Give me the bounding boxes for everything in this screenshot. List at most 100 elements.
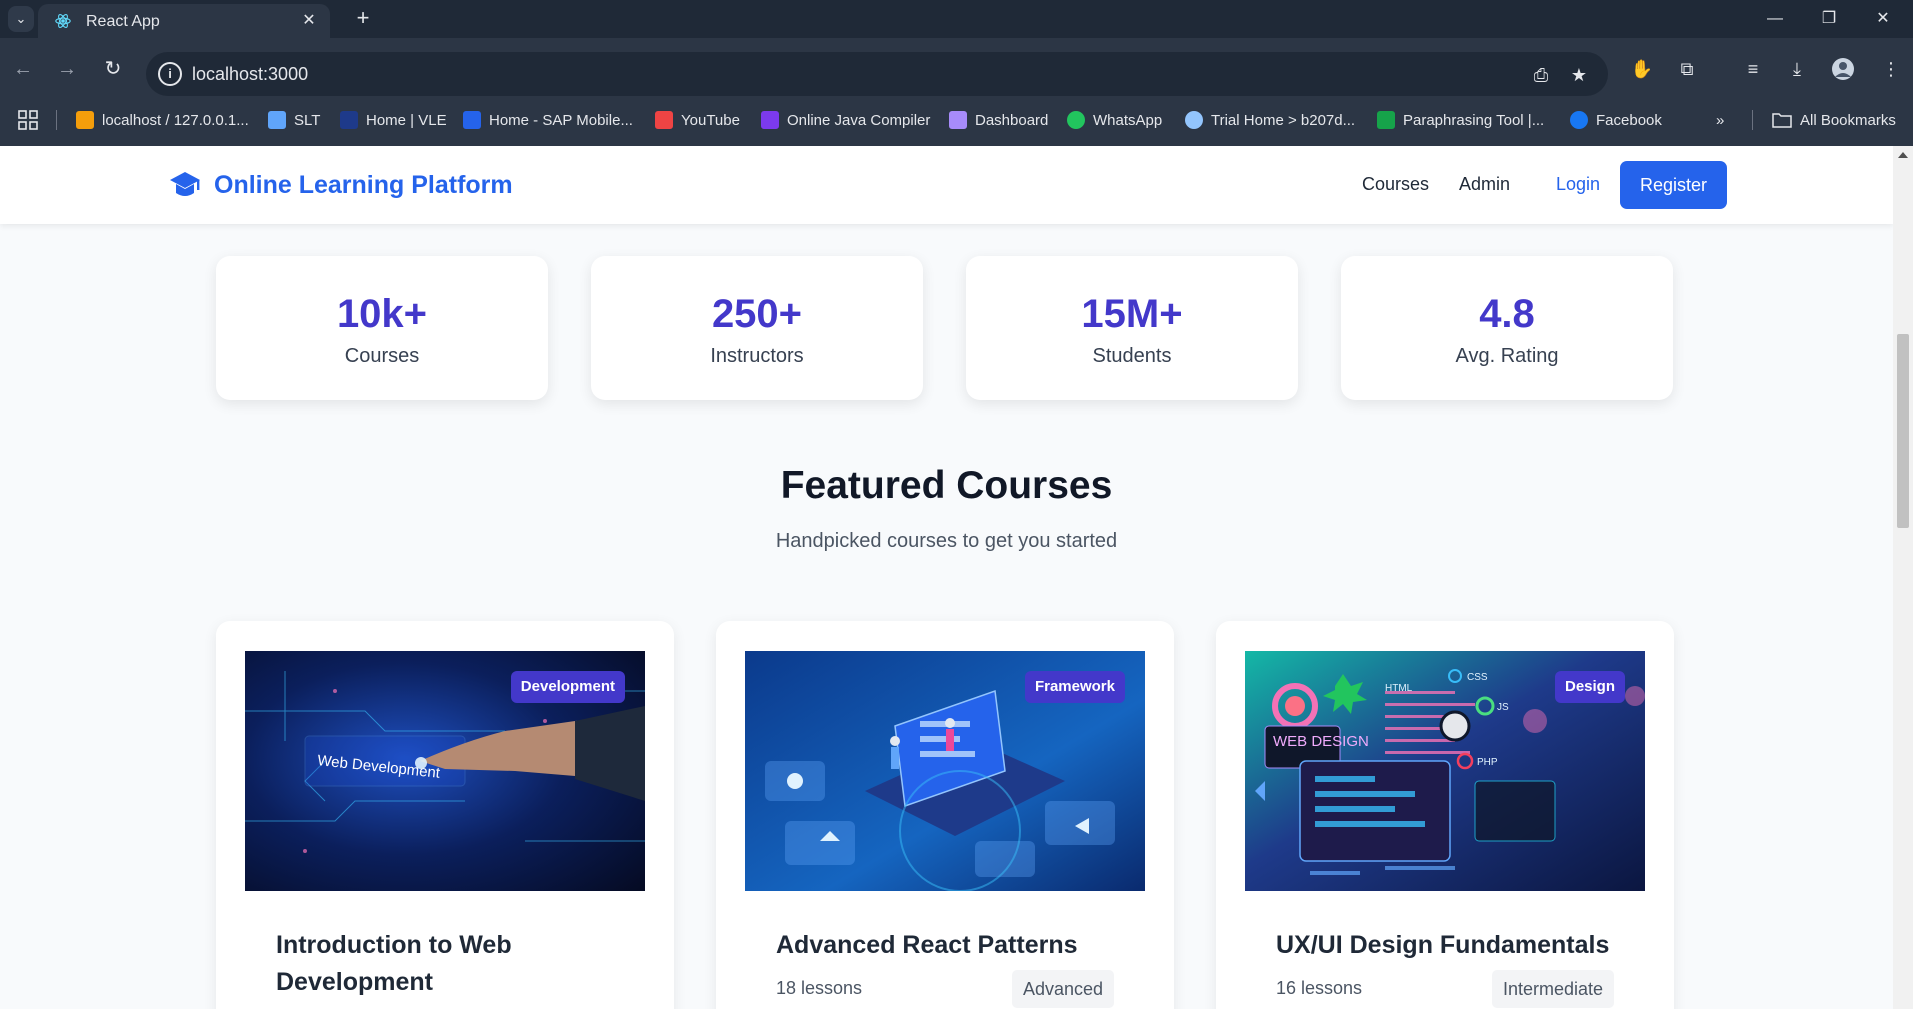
install-app-icon[interactable]: ⎙ [1528,62,1554,88]
all-bookmarks-button[interactable]: All Bookmarks [1772,108,1896,132]
featured-courses-subtitle: Handpicked courses to get you started [775,530,1118,552]
stat-label: Courses [344,345,420,367]
brand-logo[interactable]: Online Learning Platform [168,168,513,202]
scrollbar-thumb[interactable] [1897,334,1909,528]
image-caption: WEB DESIGN [1273,733,1369,750]
stat-value: 10k+ [336,292,428,336]
featured-courses-heading: Featured Courses [780,464,1113,507]
reload-button[interactable]: ↻ [96,52,130,86]
browser-tab[interactable]: React App ✕ [38,4,330,38]
nav-login-link[interactable]: Login [1556,174,1600,195]
address-bar[interactable]: i localhost:3000 ⎙ ★ [146,52,1608,96]
page-scrollbar[interactable] [1893,146,1913,1009]
stat-value: 4.8 [1479,292,1535,336]
bookmark-label: Trial Home > b207d... [1211,111,1356,129]
restore-button[interactable]: ❐ [1802,0,1856,38]
downloads-icon[interactable]: ⤓ [1780,52,1814,86]
page-viewport: Online Learning Platform Courses Admin L… [0,146,1893,1009]
bookmark-youtube[interactable]: YouTube [655,108,740,132]
course-category-badge: Development [510,671,625,703]
paraphrasing-icon [1377,111,1395,129]
course-category-badge: Framework [1024,671,1125,703]
dashboard-icon [949,111,967,129]
site-header: Online Learning Platform Courses Admin L… [0,146,1893,224]
bookmark-label: Paraphrasing Tool |... [1403,111,1545,129]
graduation-cap-icon [170,172,200,196]
bookmark-label: localhost / 127.0.0.1... [102,111,249,129]
bookmark-label: Online Java Compiler [787,111,931,129]
stat-card-rating: 4.8 Avg. Rating [1341,256,1673,400]
media-control-icon[interactable]: ≡ [1736,52,1770,86]
stat-label: Instructors [710,345,804,367]
stat-value: 15M+ [1081,292,1183,336]
course-thumbnail[interactable]: Web Development Development [245,651,645,891]
browser-menu-icon[interactable]: ⋮ [1874,52,1908,86]
bookmarks-divider [1752,110,1753,130]
bookmark-label: Dashboard [975,111,1049,129]
course-lessons-count: 18 lessons [776,978,863,998]
nav-admin-link[interactable]: Admin [1459,174,1510,195]
course-title[interactable]: Introduction to Web Development [276,927,616,1001]
image-label-css: CSS [1467,672,1488,683]
register-button[interactable]: Register [1620,161,1727,209]
site-info-icon[interactable]: i [158,62,182,86]
bookmark-localhost[interactable]: localhost / 127.0.0.1... [76,108,249,132]
bookmark-vle[interactable]: Home | VLE [340,108,447,132]
course-card[interactable]: WEB DESIGN HTML CSS JS PHP Design UX/UI … [1216,621,1674,1009]
bookmark-label: Home - SAP Mobile... [489,111,633,129]
stat-label: Avg. Rating [1455,345,1559,367]
whatsapp-icon [1067,111,1085,129]
back-button[interactable]: ← [6,52,40,86]
phpmyadmin-icon [76,111,94,129]
bookmark-java-compiler[interactable]: Online Java Compiler [761,108,930,132]
compiler-icon [761,111,779,129]
extension-adblock-icon[interactable]: ✋ [1625,52,1659,86]
bookmark-label: WhatsApp [1093,111,1163,129]
image-label-html: HTML [1385,683,1413,694]
bookmark-label: YouTube [681,111,740,129]
tab-close-icon[interactable]: ✕ [298,10,320,32]
brand-name: Online Learning Platform [214,170,513,199]
course-level-badge: Intermediate [1491,970,1614,1008]
forward-button[interactable]: → [50,52,84,86]
bookmark-label: Facebook [1596,111,1662,129]
vle-icon [340,111,358,129]
folder-icon [1772,113,1792,128]
bookmark-slt[interactable]: SLT [268,108,320,132]
course-title[interactable]: UX/UI Design Fundamentals [1276,927,1636,964]
cloud-icon [1185,111,1203,129]
bookmark-trial-home[interactable]: Trial Home > b207d... [1185,108,1355,132]
bookmark-dashboard[interactable]: Dashboard [949,108,1048,132]
course-title[interactable]: Advanced React Patterns [776,927,1116,964]
slt-icon [268,111,286,129]
close-window-button[interactable]: ✕ [1856,0,1910,38]
bookmark-whatsapp[interactable]: WhatsApp [1067,108,1162,132]
bookmark-star-icon[interactable]: ★ [1566,62,1592,88]
nav-courses-link[interactable]: Courses [1362,174,1429,195]
stat-card-students: 15M+ Students [966,256,1298,400]
course-thumbnail[interactable]: Framework [745,651,1145,891]
bookmarks-bar: localhost / 127.0.0.1... SLT Home | VLE … [0,100,1913,140]
bookmark-facebook[interactable]: Facebook [1570,108,1662,132]
extensions-puzzle-icon[interactable]: ⧉ [1670,52,1704,86]
course-level-badge: Advanced [1011,970,1114,1008]
course-card[interactable]: Web Development Development Introduction… [216,621,674,1009]
course-lessons-count: 16 lessons [1276,978,1363,998]
course-thumbnail[interactable]: WEB DESIGN HTML CSS JS PHP Design [1245,651,1645,891]
react-favicon-icon [55,14,71,28]
new-tab-button[interactable]: + [350,6,376,32]
bookmarks-overflow-icon[interactable]: » [1716,108,1724,132]
minimize-button[interactable]: — [1748,0,1802,38]
bookmark-label: Home | VLE [366,111,447,129]
address-url[interactable]: localhost:3000 [192,64,308,85]
apps-grid-icon[interactable] [18,110,38,130]
tab-search-button[interactable]: ⌄ [8,6,34,32]
stat-card-courses: 10k+ Courses [216,256,548,400]
course-card[interactable]: Framework Advanced React Patterns 18 les… [716,621,1174,1009]
youtube-icon [655,111,673,129]
bookmark-sap[interactable]: Home - SAP Mobile... [463,108,633,132]
profile-avatar-icon[interactable] [1826,52,1860,86]
bookmark-paraphrasing[interactable]: Paraphrasing Tool |... [1377,108,1544,132]
scroll-up-arrow-icon[interactable] [1898,152,1908,158]
stat-label: Students [1092,345,1172,367]
